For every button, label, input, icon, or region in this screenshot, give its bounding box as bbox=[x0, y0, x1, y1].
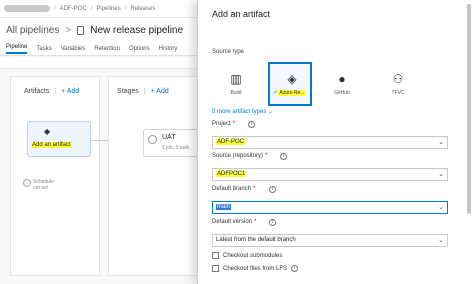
info-icon[interactable]: i bbox=[248, 121, 255, 128]
add-artifact-label: Add an artifact bbox=[31, 142, 72, 148]
schedule-icon[interactable] bbox=[23, 179, 31, 187]
breadcrumb-project[interactable]: ADF-POC bbox=[60, 6, 87, 12]
stages-add-button[interactable]: + Add bbox=[151, 88, 169, 95]
default-branch-value: main bbox=[216, 204, 232, 210]
default-version-label: Default version * bbox=[212, 219, 257, 225]
artifacts-add-button[interactable]: + Add bbox=[61, 88, 79, 95]
checkout-submodules-row[interactable]: Checkout submodules bbox=[212, 252, 282, 259]
add-artifact-card[interactable]: ◆ Add an artifact bbox=[27, 121, 91, 157]
project-dropdown[interactable]: ADF-POC ⌄ bbox=[212, 136, 448, 149]
redacted-org-name bbox=[4, 5, 50, 12]
pipeline-name[interactable]: New release pipeline bbox=[90, 25, 183, 36]
default-branch-dropdown[interactable]: main ⌄ bbox=[212, 201, 448, 214]
stage-summary[interactable]: 1 job, 0 task bbox=[162, 145, 189, 151]
add-artifact-panel: Add an artifact Source type ▥ Build ◈ ✓ … bbox=[197, 0, 474, 284]
repository-dropdown[interactable]: ADFPOC1 ⌄ bbox=[212, 168, 448, 181]
chevron-down-icon: ⌄ bbox=[438, 204, 444, 211]
info-icon[interactable]: i bbox=[291, 265, 299, 272]
source-type-label: Source type bbox=[212, 49, 245, 55]
breadcrumb-pipelines[interactable]: Pipelines bbox=[96, 6, 120, 12]
stage-card-uat[interactable]: UAT 1 job, 0 task bbox=[143, 129, 203, 157]
breadcrumb-releases[interactable]: Releases bbox=[130, 6, 155, 12]
tfvc-icon: ⚇ bbox=[392, 72, 404, 86]
approver-icon[interactable] bbox=[148, 135, 157, 144]
tab-history[interactable]: History bbox=[159, 46, 178, 52]
artifacts-panel: Artifacts | + Add ◆ Add an artifact Sche… bbox=[10, 76, 100, 276]
chevron-down-icon: ⌄ bbox=[438, 171, 444, 178]
default-branch-label: Default branch * bbox=[212, 186, 256, 192]
more-artifact-types-link[interactable]: 5 more artifact types ⌄ bbox=[212, 108, 273, 115]
github-icon: ● bbox=[338, 72, 346, 86]
default-version-dropdown[interactable]: Latest from the default branch ⌄ bbox=[212, 234, 448, 247]
checkout-submodules-checkbox[interactable] bbox=[212, 252, 219, 259]
tab-options[interactable]: Options bbox=[129, 46, 150, 52]
stages-panel: Stages | + Add UAT 1 job, 0 task bbox=[108, 76, 208, 276]
info-icon[interactable]: i bbox=[269, 219, 276, 226]
panel-title: Add an artifact bbox=[212, 9, 271, 19]
azure-repos-icon: ◈ bbox=[287, 72, 297, 86]
stages-title: Stages bbox=[117, 88, 139, 95]
repository-value: ADFPOC1 bbox=[216, 171, 247, 177]
source-type-tfvc[interactable]: ⚇ TFVC bbox=[378, 64, 418, 104]
project-value: ADF-POC bbox=[216, 139, 245, 145]
release-pipeline-icon bbox=[77, 25, 85, 35]
chevron-down-icon: ⌄ bbox=[438, 237, 444, 244]
all-pipelines-link[interactable]: All pipelines bbox=[6, 25, 59, 36]
tab-tasks[interactable]: Tasks bbox=[36, 46, 51, 52]
info-icon[interactable]: i bbox=[280, 153, 287, 160]
chevron-down-icon: ⌄ bbox=[438, 139, 444, 146]
panel-scrollbar[interactable] bbox=[467, 4, 471, 214]
source-type-github[interactable]: ● GitHub bbox=[322, 64, 362, 104]
checkout-lfs-checkbox[interactable] bbox=[212, 265, 219, 272]
repository-label: Source (repository) * bbox=[212, 153, 268, 159]
stage-name: UAT bbox=[162, 134, 176, 141]
source-type-azure-repos[interactable]: ◈ ✓ Azure Re... bbox=[268, 62, 312, 106]
default-version-value: Latest from the default branch bbox=[216, 237, 296, 243]
artifact-icon: ◆ bbox=[44, 127, 51, 136]
tab-retention[interactable]: Retention bbox=[94, 46, 120, 52]
source-type-build[interactable]: ▥ Build bbox=[216, 64, 256, 104]
artifacts-title: Artifacts bbox=[24, 88, 50, 95]
chevron-down-icon: ⌄ bbox=[268, 109, 274, 115]
schedule-status[interactable]: Schedule not set bbox=[33, 179, 54, 191]
info-icon[interactable]: i bbox=[269, 186, 276, 193]
title-separator: > bbox=[65, 24, 72, 36]
checkout-lfs-row[interactable]: Checkout files from LFS i bbox=[212, 265, 299, 272]
project-label: Project * bbox=[212, 121, 236, 127]
tab-pipeline[interactable]: Pipeline bbox=[6, 44, 28, 54]
build-icon: ▥ bbox=[230, 72, 242, 86]
tab-variables[interactable]: Variables bbox=[61, 46, 86, 52]
